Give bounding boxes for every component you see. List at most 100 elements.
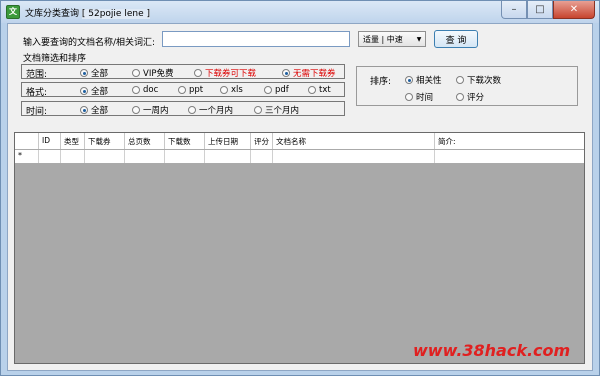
app-icon: 文 xyxy=(6,5,20,19)
row-header-corner xyxy=(15,133,39,149)
table-cell[interactable] xyxy=(39,150,61,163)
sort-radio-rating[interactable]: 评分 xyxy=(456,91,484,103)
sort-group: 排序: 相关性 下载次数 时间 评分 xyxy=(356,66,578,106)
radio-selected-icon xyxy=(282,69,290,77)
scope-radio-coupon[interactable]: 下载券可下载 xyxy=(194,67,256,79)
chevron-down-icon: ▼ xyxy=(416,35,422,43)
time-radio-three-months[interactable]: 三个月内 xyxy=(254,104,299,116)
table-row-new[interactable]: * xyxy=(15,150,584,164)
radio-label: xls xyxy=(231,85,243,95)
speed-select[interactable]: 适量 | 中速 ▼ xyxy=(358,31,426,47)
search-input[interactable] xyxy=(162,31,350,47)
radio-selected-icon xyxy=(405,76,413,84)
radio-label: 全部 xyxy=(91,87,109,97)
column-header-pages[interactable]: 总页数 xyxy=(125,133,165,149)
format-label: 格式: xyxy=(26,88,48,98)
radio-unselected-icon xyxy=(132,106,140,114)
radio-label: 评分 xyxy=(467,93,485,103)
scope-radio-vip-free[interactable]: VIP免费 xyxy=(132,67,173,79)
column-header-doc-name[interactable]: 文档名称 xyxy=(273,133,435,149)
main-panel: 输入要查询的文档名称/相关词汇: 适量 | 中速 ▼ 查 询 文档筛选和排序 范… xyxy=(7,23,593,371)
grid-header: ID 类型 下载券 总页数 下载数 上传日期 评分 文档名称 简介: xyxy=(15,133,584,150)
table-cell[interactable] xyxy=(273,150,435,163)
column-header-coupon[interactable]: 下载券 xyxy=(85,133,125,149)
table-cell[interactable] xyxy=(125,150,165,163)
radio-unselected-icon xyxy=(132,69,140,77)
speed-select-value: 适量 | 中速 xyxy=(363,34,403,44)
table-cell[interactable] xyxy=(61,150,85,163)
radio-unselected-icon xyxy=(132,86,140,94)
radio-label: ppt xyxy=(189,85,204,95)
query-button[interactable]: 查 询 xyxy=(434,30,478,48)
radio-label: txt xyxy=(319,85,331,95)
column-header-upload-date[interactable]: 上传日期 xyxy=(205,133,251,149)
column-header-type[interactable]: 类型 xyxy=(61,133,85,149)
table-cell[interactable] xyxy=(205,150,251,163)
time-radio-all[interactable]: 全部 xyxy=(80,104,108,116)
maximize-button[interactable]: □ xyxy=(527,1,553,19)
column-header-summary[interactable]: 简介: xyxy=(435,133,584,149)
radio-unselected-icon xyxy=(456,76,464,84)
time-label: 时间: xyxy=(26,107,48,117)
radio-selected-icon xyxy=(80,69,88,77)
search-label: 输入要查询的文档名称/相关词汇: xyxy=(23,38,156,48)
format-radio-xls[interactable]: xls xyxy=(220,85,243,95)
filter-section-label: 文档筛选和排序 xyxy=(23,54,87,64)
radio-label: 三个月内 xyxy=(265,106,300,116)
radio-unselected-icon xyxy=(264,86,272,94)
window-title-tag: [ 52pojie lene ] xyxy=(81,9,150,19)
close-button[interactable]: ✕ xyxy=(553,1,595,19)
radio-label: pdf xyxy=(275,85,289,95)
column-header-id[interactable]: ID xyxy=(39,133,61,149)
radio-selected-icon xyxy=(80,87,88,95)
table-cell[interactable] xyxy=(85,150,125,163)
title-bar[interactable]: 文 文库分类查询 [ 52pojie lene ] – □ ✕ xyxy=(1,1,599,23)
column-header-rating[interactable]: 评分 xyxy=(251,133,273,149)
sort-radio-time[interactable]: 时间 xyxy=(405,91,433,103)
window-title: 文库分类查询 [ 52pojie lene ] xyxy=(25,6,150,19)
results-grid[interactable]: ID 类型 下载券 总页数 下载数 上传日期 评分 文档名称 简介: * xyxy=(14,132,585,364)
column-header-downloads[interactable]: 下载数 xyxy=(165,133,205,149)
radio-selected-icon xyxy=(80,106,88,114)
format-radio-all[interactable]: 全部 xyxy=(80,85,108,97)
radio-unselected-icon xyxy=(405,93,413,101)
window-controls: – □ ✕ xyxy=(501,1,595,19)
time-row: 时间: 全部 一周内 一个月内 三个月内 xyxy=(21,101,345,117)
time-radio-week[interactable]: 一周内 xyxy=(132,104,169,116)
radio-label: doc xyxy=(143,85,159,95)
time-radio-month[interactable]: 一个月内 xyxy=(188,104,233,116)
radio-unselected-icon xyxy=(456,93,464,101)
format-radio-txt[interactable]: txt xyxy=(308,85,331,95)
watermark: www.38hack.com xyxy=(413,341,571,360)
radio-label: VIP免费 xyxy=(143,69,174,79)
format-radio-doc[interactable]: doc xyxy=(132,85,158,95)
radio-label: 无需下载券 xyxy=(293,69,336,79)
radio-label: 全部 xyxy=(91,106,109,116)
radio-unselected-icon xyxy=(254,106,262,114)
radio-label: 相关性 xyxy=(416,76,442,86)
radio-label: 时间 xyxy=(416,93,434,103)
new-row-marker-icon: * xyxy=(15,150,39,163)
radio-unselected-icon xyxy=(194,69,202,77)
format-radio-ppt[interactable]: ppt xyxy=(178,85,203,95)
radio-unselected-icon xyxy=(308,86,316,94)
radio-label: 下载次数 xyxy=(467,76,502,86)
scope-row: 范围: 全部 VIP免费 下载券可下载 无需下载券 xyxy=(21,64,345,80)
sort-radio-downloads[interactable]: 下载次数 xyxy=(456,74,501,86)
radio-unselected-icon xyxy=(178,86,186,94)
filter-group: 范围: 全部 VIP免费 下载券可下载 无需下载券 格式: 全部 doc ppt… xyxy=(21,64,345,121)
scope-radio-no-coupon[interactable]: 无需下载券 xyxy=(282,67,336,79)
format-radio-pdf[interactable]: pdf xyxy=(264,85,289,95)
app-window: 文 文库分类查询 [ 52pojie lene ] – □ ✕ 输入要查询的文档… xyxy=(0,0,600,376)
scope-radio-all[interactable]: 全部 xyxy=(80,67,108,79)
format-row: 格式: 全部 doc ppt xls pdf txt xyxy=(21,82,345,98)
sort-radio-relevance[interactable]: 相关性 xyxy=(405,74,442,86)
table-cell[interactable] xyxy=(435,150,584,163)
table-cell[interactable] xyxy=(165,150,205,163)
minimize-button[interactable]: – xyxy=(501,1,527,19)
window-title-text: 文库分类查询 xyxy=(25,9,80,19)
radio-label: 下载券可下载 xyxy=(205,69,257,79)
radio-label: 全部 xyxy=(91,69,109,79)
table-cell[interactable] xyxy=(251,150,273,163)
radio-label: 一个月内 xyxy=(199,106,234,116)
